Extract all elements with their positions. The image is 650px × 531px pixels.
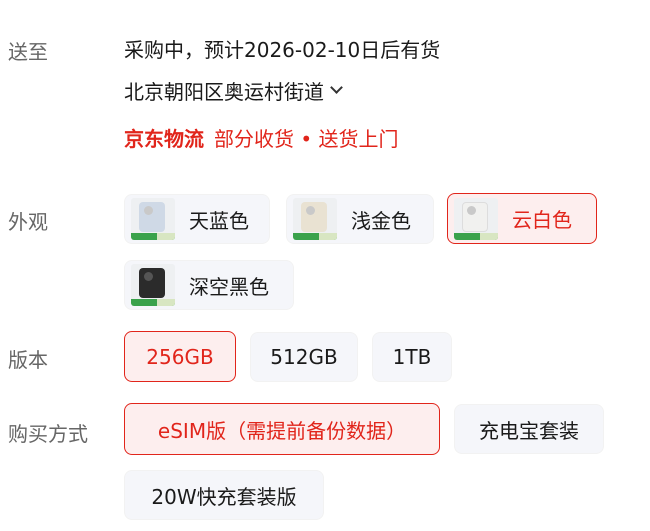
address-selector[interactable]: 北京朝阳区奥运村街道 <box>124 76 343 105</box>
phone-thumbnail-icon <box>454 197 498 240</box>
purchase-method-label: 购买方式 <box>8 422 88 446</box>
purchase-option-20w-fast-charge-bundle[interactable]: 20W快充套装版 <box>124 470 324 520</box>
stock-status: 采购中，预计2026-02-10日后有货 <box>124 38 441 62</box>
appearance-label: 外观 <box>8 210 48 234</box>
color-option-space-black[interactable]: 深空黑色 <box>124 260 294 310</box>
purchase-option-power-bank-bundle[interactable]: 充电宝套装 <box>454 404 604 454</box>
logistics-info: 京东物流 部分收货 • 送货上门 <box>124 123 399 152</box>
color-option-label: 深空黑色 <box>189 274 269 299</box>
chevron-down-icon <box>330 81 343 94</box>
version-label: 版本 <box>8 348 48 372</box>
phone-thumbnail-icon <box>131 198 175 240</box>
color-option-label: 云白色 <box>512 208 572 232</box>
purchase-option-esim[interactable]: eSIM版（需提前备份数据） <box>124 403 440 455</box>
version-option-512gb[interactable]: 512GB <box>250 332 358 382</box>
color-option-light-gold[interactable]: 浅金色 <box>286 194 434 244</box>
phone-thumbnail-icon <box>131 264 175 306</box>
logistics-brand: 京东物流 <box>124 127 204 151</box>
address-text: 北京朝阳区奥运村街道 <box>124 80 324 104</box>
color-option-label: 浅金色 <box>351 208 411 233</box>
ship-to-label: 送至 <box>8 40 48 64</box>
color-option-sky-blue[interactable]: 天蓝色 <box>124 194 270 244</box>
color-option-label: 天蓝色 <box>189 208 249 233</box>
version-option-256gb[interactable]: 256GB <box>124 331 236 382</box>
version-option-1tb[interactable]: 1TB <box>372 332 452 382</box>
phone-thumbnail-icon <box>293 198 337 240</box>
color-option-cloud-white[interactable]: 云白色 <box>447 193 597 244</box>
logistics-note: 部分收货 • 送货上门 <box>214 127 399 151</box>
